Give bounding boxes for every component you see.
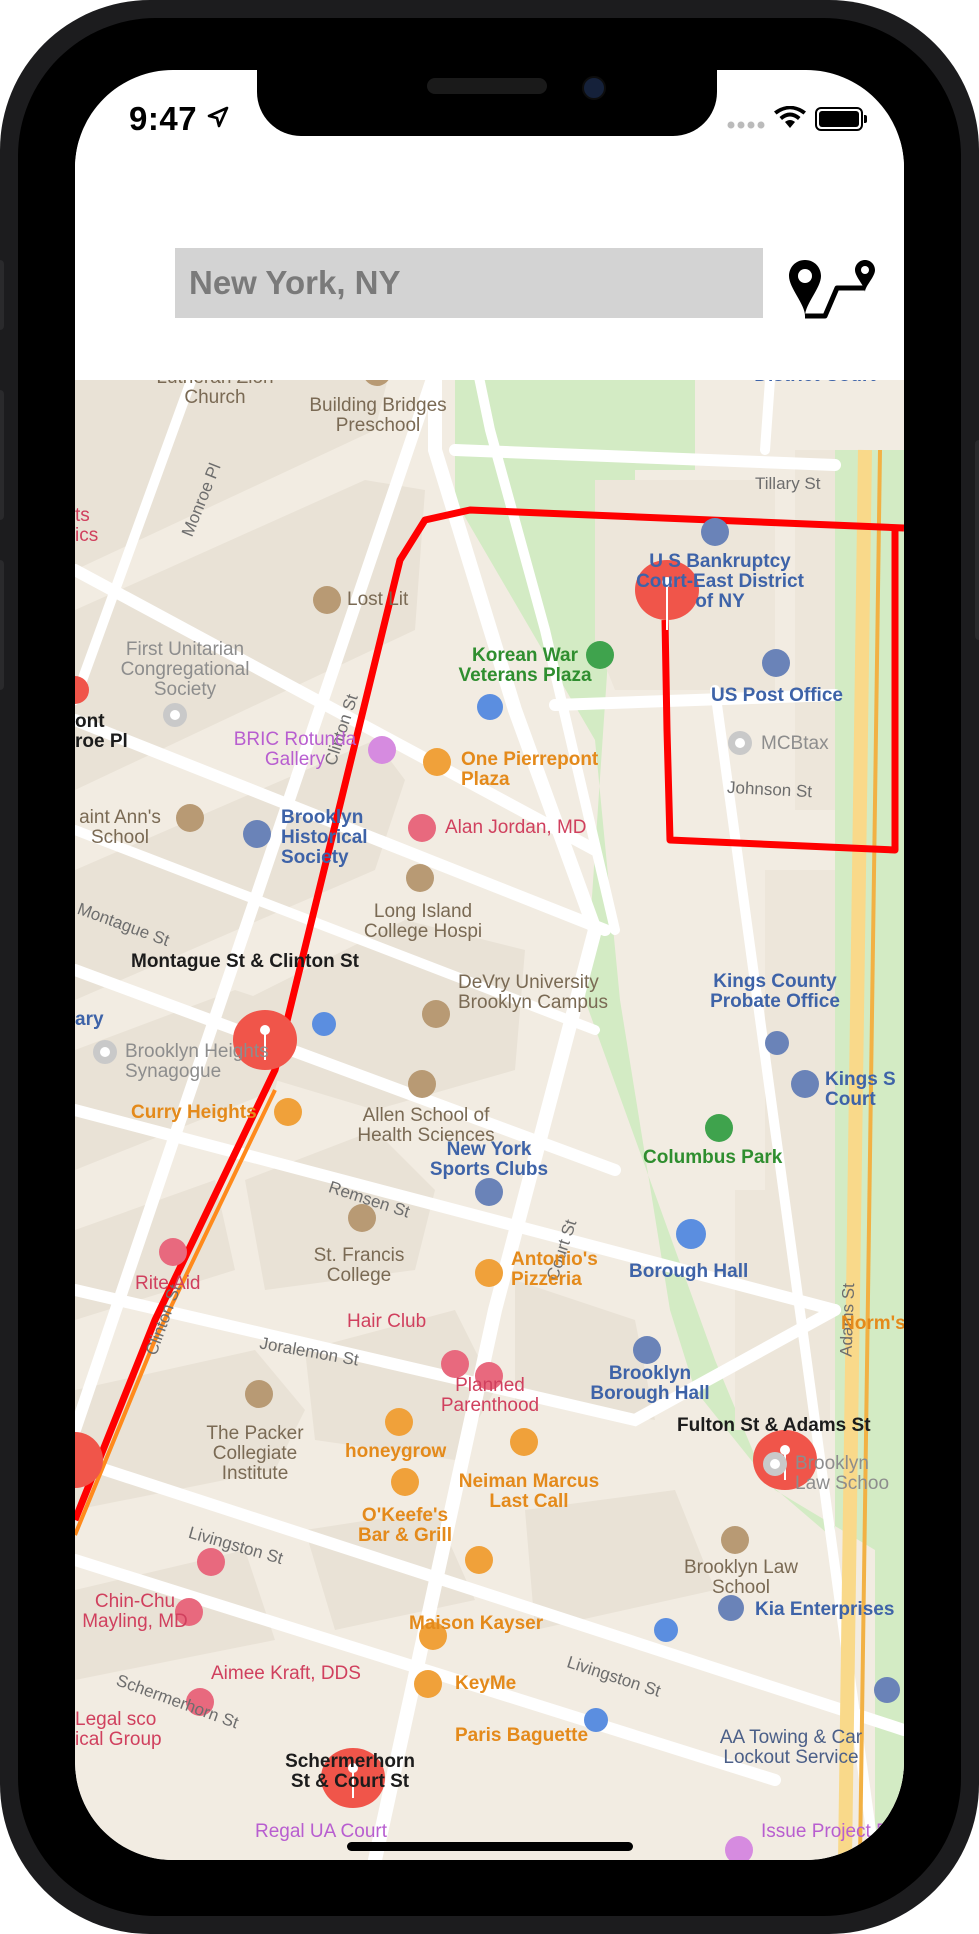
battery-icon bbox=[815, 107, 867, 131]
poi-label: Alan Jordan, MD bbox=[445, 817, 587, 838]
poi-label: Lost Lit bbox=[347, 589, 409, 610]
poi-label: Norm's bbox=[841, 1313, 904, 1334]
poi-label: Planned Parenthood bbox=[440, 1375, 540, 1416]
poi-label: Antonio's Pizzeria bbox=[511, 1249, 598, 1290]
poi-label: Brooklyn Historical Society bbox=[281, 807, 368, 868]
poi-label: Brooklyn Borough Hall bbox=[590, 1363, 710, 1404]
pin-label-fulton: Fulton St & Adams St bbox=[677, 1415, 871, 1436]
poi-label: First Unitarian Congregational Society bbox=[120, 639, 250, 700]
poi-label: U S Bankruptcy Court-East District of NY bbox=[636, 551, 804, 612]
poi-label: St. Francis College bbox=[313, 1245, 405, 1286]
poi-label: Hair Club bbox=[347, 1311, 427, 1332]
poi-label: Neiman Marcus Last Call bbox=[458, 1471, 600, 1512]
poi-label: New York Sports Clubs bbox=[429, 1139, 549, 1180]
poi-label: One Pierrepont Plaza bbox=[461, 749, 599, 790]
poi-label: Building Bridges Preschool bbox=[309, 395, 447, 436]
poi-label: Maison Kayser bbox=[409, 1613, 544, 1634]
mute-switch bbox=[0, 260, 4, 330]
poi-label: Issue Project R bbox=[761, 1821, 890, 1842]
poi-label: honeygrow bbox=[345, 1441, 447, 1462]
notch bbox=[257, 70, 717, 136]
pin-label-montague: Montague St & Clinton St bbox=[131, 951, 359, 972]
poi-label: aint Ann's School bbox=[79, 807, 161, 848]
poi-label: US Post Office bbox=[711, 685, 843, 706]
poi-label: BRIC Rotunda Gallery bbox=[233, 729, 357, 770]
poi-label: AA Towing & Car Lockout Service bbox=[719, 1727, 863, 1768]
poi-label: Brooklyn Law School bbox=[683, 1557, 799, 1598]
poi-label: Kings S Court bbox=[825, 1069, 896, 1110]
cellular-signal-icon bbox=[727, 121, 765, 129]
poi-label: Rite Aid bbox=[135, 1273, 201, 1294]
poi-label: Kia Enterprises bbox=[755, 1599, 895, 1620]
volume-down-button bbox=[0, 560, 4, 690]
poi-label: Chin-Chu Mayling, MD bbox=[82, 1591, 188, 1632]
search-header: New York, NY bbox=[75, 140, 904, 380]
poi-label: The Packer Collegiate Institute bbox=[206, 1423, 304, 1484]
phone-frame: 9:47 New York, NY Tillary St Johnson St … bbox=[0, 0, 979, 1934]
poi-label: Long Island College Hospi bbox=[363, 901, 483, 942]
front-camera bbox=[582, 76, 606, 100]
route-pins-icon[interactable] bbox=[787, 258, 883, 320]
poi-label: KeyMe bbox=[455, 1673, 517, 1694]
wifi-icon bbox=[774, 106, 806, 128]
poi-label: MCBtax bbox=[761, 733, 829, 754]
poi-label: DeVry University Brooklyn Campus bbox=[458, 972, 608, 1013]
search-input[interactable]: New York, NY bbox=[175, 248, 763, 318]
poi-label: Brooklyn Heights Synagogue bbox=[125, 1041, 269, 1082]
pin-label-schermerhorn: Schermerhorn St & Court St bbox=[285, 1751, 415, 1792]
poi-label: Brooklyn Law Schoo bbox=[795, 1453, 890, 1494]
street-label: Tillary St bbox=[755, 474, 821, 493]
poi-label: ts ics bbox=[75, 505, 99, 546]
poi-label: ary bbox=[75, 1009, 104, 1030]
status-time: 9:47 bbox=[129, 100, 198, 137]
poi-label: ont roe Pl bbox=[75, 711, 128, 752]
location-arrow-icon bbox=[207, 106, 229, 128]
poi-label: O'Keefe's Bar & Grill bbox=[358, 1505, 452, 1546]
speaker bbox=[427, 78, 547, 94]
poi-label: Aimee Kraft, DDS bbox=[211, 1663, 361, 1684]
power-button bbox=[975, 440, 979, 640]
map-view[interactable]: Tillary St Johnson St Montague St Remsen… bbox=[75, 310, 904, 1860]
poi-label: Paris Baguette bbox=[455, 1725, 589, 1746]
poi-label: Regal UA Court bbox=[255, 1821, 388, 1842]
poi-label: Columbus Park bbox=[643, 1147, 783, 1168]
poi-label: Korean War Veterans Plaza bbox=[458, 645, 592, 686]
poi-label: Legal sco ical Group bbox=[75, 1709, 162, 1750]
poi-label: Borough Hall bbox=[629, 1261, 749, 1282]
screen: 9:47 New York, NY Tillary St Johnson St … bbox=[75, 70, 904, 1860]
home-indicator[interactable] bbox=[347, 1842, 633, 1851]
poi-label: Kings County Probate Office bbox=[710, 971, 840, 1012]
poi-label: Curry Heights bbox=[131, 1102, 257, 1123]
volume-up-button bbox=[0, 390, 4, 520]
